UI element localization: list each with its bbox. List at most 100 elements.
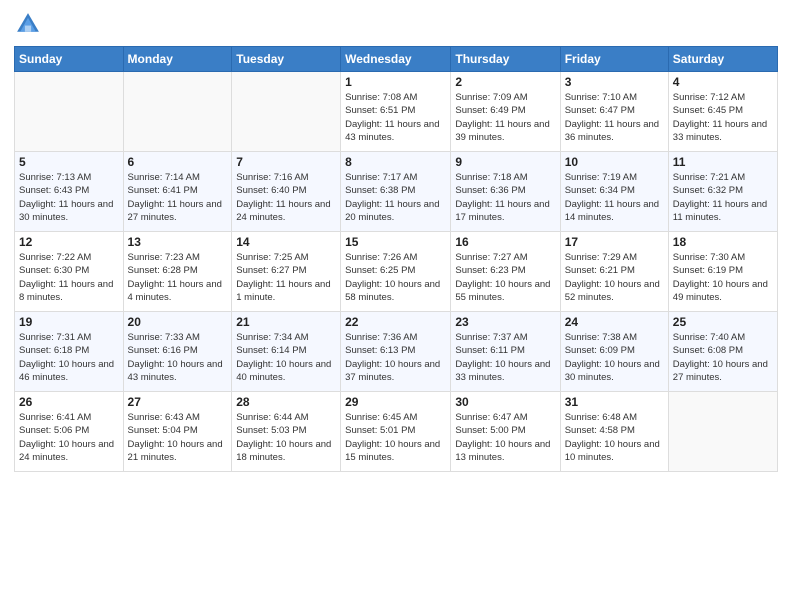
day-number: 7 <box>236 155 336 169</box>
col-header-tuesday: Tuesday <box>232 47 341 72</box>
day-info: Sunrise: 7:34 AM Sunset: 6:14 PM Dayligh… <box>236 331 336 384</box>
day-info: Sunrise: 7:21 AM Sunset: 6:32 PM Dayligh… <box>673 171 773 224</box>
day-info: Sunrise: 7:16 AM Sunset: 6:40 PM Dayligh… <box>236 171 336 224</box>
day-info: Sunrise: 6:43 AM Sunset: 5:04 PM Dayligh… <box>128 411 228 464</box>
day-number: 25 <box>673 315 773 329</box>
calendar-cell: 25 Sunrise: 7:40 AM Sunset: 6:08 PM Dayli… <box>668 312 777 392</box>
day-number: 10 <box>565 155 664 169</box>
day-number: 28 <box>236 395 336 409</box>
day-number: 18 <box>673 235 773 249</box>
day-number: 8 <box>345 155 446 169</box>
day-number: 15 <box>345 235 446 249</box>
day-info: Sunrise: 6:45 AM Sunset: 5:01 PM Dayligh… <box>345 411 446 464</box>
day-info: Sunrise: 7:17 AM Sunset: 6:38 PM Dayligh… <box>345 171 446 224</box>
day-number: 21 <box>236 315 336 329</box>
col-header-saturday: Saturday <box>668 47 777 72</box>
week-row-2: 5 Sunrise: 7:13 AM Sunset: 6:43 PM Daylig… <box>15 152 778 232</box>
day-number: 26 <box>19 395 119 409</box>
calendar-cell: 3 Sunrise: 7:10 AM Sunset: 6:47 PM Daylig… <box>560 72 668 152</box>
day-number: 16 <box>455 235 555 249</box>
calendar-cell: 13 Sunrise: 7:23 AM Sunset: 6:28 PM Dayli… <box>123 232 232 312</box>
day-number: 22 <box>345 315 446 329</box>
calendar-cell: 26 Sunrise: 6:41 AM Sunset: 5:06 PM Dayli… <box>15 392 124 472</box>
day-number: 30 <box>455 395 555 409</box>
day-info: Sunrise: 7:40 AM Sunset: 6:08 PM Dayligh… <box>673 331 773 384</box>
day-number: 19 <box>19 315 119 329</box>
calendar-cell: 21 Sunrise: 7:34 AM Sunset: 6:14 PM Dayli… <box>232 312 341 392</box>
day-info: Sunrise: 7:33 AM Sunset: 6:16 PM Dayligh… <box>128 331 228 384</box>
calendar-cell: 15 Sunrise: 7:26 AM Sunset: 6:25 PM Dayli… <box>341 232 451 312</box>
day-info: Sunrise: 7:26 AM Sunset: 6:25 PM Dayligh… <box>345 251 446 304</box>
day-info: Sunrise: 6:41 AM Sunset: 5:06 PM Dayligh… <box>19 411 119 464</box>
day-number: 12 <box>19 235 119 249</box>
day-info: Sunrise: 7:18 AM Sunset: 6:36 PM Dayligh… <box>455 171 555 224</box>
calendar-table: SundayMondayTuesdayWednesdayThursdayFrid… <box>14 46 778 472</box>
day-info: Sunrise: 7:36 AM Sunset: 6:13 PM Dayligh… <box>345 331 446 384</box>
day-number: 20 <box>128 315 228 329</box>
day-number: 13 <box>128 235 228 249</box>
day-info: Sunrise: 7:38 AM Sunset: 6:09 PM Dayligh… <box>565 331 664 384</box>
day-info: Sunrise: 7:19 AM Sunset: 6:34 PM Dayligh… <box>565 171 664 224</box>
week-row-1: 1 Sunrise: 7:08 AM Sunset: 6:51 PM Daylig… <box>15 72 778 152</box>
day-number: 29 <box>345 395 446 409</box>
col-header-wednesday: Wednesday <box>341 47 451 72</box>
day-number: 2 <box>455 75 555 89</box>
calendar-cell: 31 Sunrise: 6:48 AM Sunset: 4:58 PM Dayli… <box>560 392 668 472</box>
logo-icon <box>14 10 42 38</box>
day-number: 6 <box>128 155 228 169</box>
calendar-cell: 10 Sunrise: 7:19 AM Sunset: 6:34 PM Dayli… <box>560 152 668 232</box>
day-info: Sunrise: 7:30 AM Sunset: 6:19 PM Dayligh… <box>673 251 773 304</box>
day-number: 14 <box>236 235 336 249</box>
week-row-3: 12 Sunrise: 7:22 AM Sunset: 6:30 PM Dayli… <box>15 232 778 312</box>
day-info: Sunrise: 7:08 AM Sunset: 6:51 PM Dayligh… <box>345 91 446 144</box>
day-number: 5 <box>19 155 119 169</box>
calendar-cell: 30Sunrise: 6:47 AM Sunset: 5:00 PM Dayli… <box>451 392 560 472</box>
calendar-cell: 1 Sunrise: 7:08 AM Sunset: 6:51 PM Daylig… <box>341 72 451 152</box>
day-info: Sunrise: 7:09 AM Sunset: 6:49 PM Dayligh… <box>455 91 555 144</box>
calendar-cell: 6 Sunrise: 7:14 AM Sunset: 6:41 PM Daylig… <box>123 152 232 232</box>
week-row-4: 19 Sunrise: 7:31 AM Sunset: 6:18 PM Dayli… <box>15 312 778 392</box>
day-info: Sunrise: 7:29 AM Sunset: 6:21 PM Dayligh… <box>565 251 664 304</box>
calendar-cell: 29 Sunrise: 6:45 AM Sunset: 5:01 PM Dayli… <box>341 392 451 472</box>
calendar-cell: 11 Sunrise: 7:21 AM Sunset: 6:32 PM Dayli… <box>668 152 777 232</box>
calendar-cell: 7 Sunrise: 7:16 AM Sunset: 6:40 PM Daylig… <box>232 152 341 232</box>
calendar-cell: 22 Sunrise: 7:36 AM Sunset: 6:13 PM Dayli… <box>341 312 451 392</box>
day-info: Sunrise: 7:13 AM Sunset: 6:43 PM Dayligh… <box>19 171 119 224</box>
day-number: 27 <box>128 395 228 409</box>
day-number: 31 <box>565 395 664 409</box>
calendar-cell: 8 Sunrise: 7:17 AM Sunset: 6:38 PM Daylig… <box>341 152 451 232</box>
calendar-cell <box>232 72 341 152</box>
col-header-sunday: Sunday <box>15 47 124 72</box>
calendar-header-row: SundayMondayTuesdayWednesdayThursdayFrid… <box>15 47 778 72</box>
calendar-cell <box>668 392 777 472</box>
page: SundayMondayTuesdayWednesdayThursdayFrid… <box>0 0 792 612</box>
calendar-cell: 23 Sunrise: 7:37 AM Sunset: 6:11 PM Dayli… <box>451 312 560 392</box>
calendar-cell: 14 Sunrise: 7:25 AM Sunset: 6:27 PM Dayli… <box>232 232 341 312</box>
day-info: Sunrise: 7:10 AM Sunset: 6:47 PM Dayligh… <box>565 91 664 144</box>
calendar-cell: 18 Sunrise: 7:30 AM Sunset: 6:19 PM Dayli… <box>668 232 777 312</box>
calendar-cell: 27 Sunrise: 6:43 AM Sunset: 5:04 PM Dayli… <box>123 392 232 472</box>
calendar-cell: 2 Sunrise: 7:09 AM Sunset: 6:49 PM Daylig… <box>451 72 560 152</box>
day-number: 11 <box>673 155 773 169</box>
calendar-cell: 4Sunrise: 7:12 AM Sunset: 6:45 PM Daylig… <box>668 72 777 152</box>
col-header-friday: Friday <box>560 47 668 72</box>
day-number: 3 <box>565 75 664 89</box>
day-info: Sunrise: 7:27 AM Sunset: 6:23 PM Dayligh… <box>455 251 555 304</box>
day-info: Sunrise: 7:23 AM Sunset: 6:28 PM Dayligh… <box>128 251 228 304</box>
week-row-5: 26 Sunrise: 6:41 AM Sunset: 5:06 PM Dayli… <box>15 392 778 472</box>
day-info: Sunrise: 7:14 AM Sunset: 6:41 PM Dayligh… <box>128 171 228 224</box>
day-info: Sunrise: 7:31 AM Sunset: 6:18 PM Dayligh… <box>19 331 119 384</box>
calendar-cell: 16 Sunrise: 7:27 AM Sunset: 6:23 PM Dayli… <box>451 232 560 312</box>
day-number: 1 <box>345 75 446 89</box>
calendar-cell: 17Sunrise: 7:29 AM Sunset: 6:21 PM Dayli… <box>560 232 668 312</box>
header <box>14 10 778 38</box>
calendar-cell: 24Sunrise: 7:38 AM Sunset: 6:09 PM Dayli… <box>560 312 668 392</box>
day-info: Sunrise: 6:48 AM Sunset: 4:58 PM Dayligh… <box>565 411 664 464</box>
day-number: 23 <box>455 315 555 329</box>
day-info: Sunrise: 7:22 AM Sunset: 6:30 PM Dayligh… <box>19 251 119 304</box>
col-header-thursday: Thursday <box>451 47 560 72</box>
calendar-cell: 12 Sunrise: 7:22 AM Sunset: 6:30 PM Dayli… <box>15 232 124 312</box>
day-info: Sunrise: 7:37 AM Sunset: 6:11 PM Dayligh… <box>455 331 555 384</box>
day-info: Sunrise: 7:25 AM Sunset: 6:27 PM Dayligh… <box>236 251 336 304</box>
calendar-cell: 28Sunrise: 6:44 AM Sunset: 5:03 PM Dayli… <box>232 392 341 472</box>
